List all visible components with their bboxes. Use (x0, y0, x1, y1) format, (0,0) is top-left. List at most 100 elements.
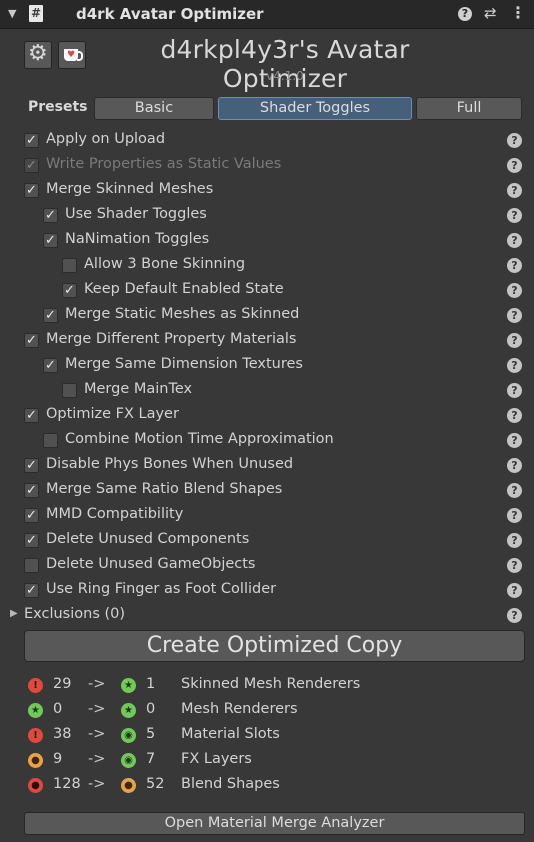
option-row[interactable]: ✓ NaNimation Toggles? (0, 230, 534, 252)
option-checkbox[interactable] (62, 258, 77, 273)
help-icon[interactable]: ? (507, 483, 522, 498)
stat-arrow: -> (88, 701, 106, 717)
option-row[interactable]: ✓ Merge Same Dimension Textures? (0, 355, 534, 377)
option-label[interactable]: Write Properties as Static Values (46, 156, 281, 172)
option-label[interactable]: Use Ring Finger as Foot Collider (46, 581, 276, 597)
help-icon[interactable]: ? (507, 508, 522, 523)
context-menu-icon[interactable]: ⋮ (510, 3, 526, 22)
option-row[interactable]: ✓ Merge Static Meshes as Skinned? (0, 305, 534, 327)
help-icon[interactable]: ? (507, 283, 522, 298)
option-checkbox[interactable]: ✓ (43, 308, 58, 323)
preset-basic-button[interactable]: Basic (94, 97, 214, 120)
open-material-merge-analyzer-button[interactable]: Open Material Merge Analyzer (24, 812, 525, 835)
stat-row: ! 38 -> ◉ 5 Material Slots (0, 725, 534, 747)
exclusions-label[interactable]: Exclusions (0) (24, 606, 125, 622)
option-label[interactable]: Allow 3 Bone Skinning (84, 256, 245, 272)
option-checkbox[interactable]: ✓ (24, 458, 39, 473)
exclusions-foldout[interactable]: ▶ Exclusions (0) ? (0, 605, 534, 627)
option-label[interactable]: Use Shader Toggles (65, 206, 207, 222)
kofi-button[interactable]: ♥ (58, 41, 86, 69)
option-row[interactable]: ✓ Use Shader Toggles? (0, 205, 534, 227)
create-optimized-copy-button[interactable]: Create Optimized Copy (24, 630, 525, 662)
option-label[interactable]: Keep Default Enabled State (84, 281, 284, 297)
option-row[interactable]: ✓ Keep Default Enabled State? (0, 280, 534, 302)
option-row[interactable]: Delete Unused GameObjects? (0, 555, 534, 577)
option-checkbox[interactable]: ✓ (43, 233, 58, 248)
option-checkbox[interactable] (62, 383, 77, 398)
option-row[interactable]: ✓ Use Ring Finger as Foot Collider? (0, 580, 534, 602)
help-icon[interactable]: ? (507, 433, 522, 448)
option-label[interactable]: Delete Unused GameObjects (46, 556, 255, 572)
option-label[interactable]: Delete Unused Components (46, 531, 249, 547)
option-row[interactable]: Merge MainTex? (0, 380, 534, 402)
orange-dot-icon: ● (121, 778, 136, 793)
window-titlebar: ▼ # d4rk Avatar Optimizer ? ⇄ ⋮ (0, 0, 534, 29)
option-label[interactable]: Disable Phys Bones When Unused (46, 456, 293, 472)
help-icon[interactable]: ? (458, 7, 472, 21)
option-checkbox[interactable]: ✓ (24, 483, 39, 498)
help-icon[interactable]: ? (507, 408, 522, 423)
option-row[interactable]: ✓ Optimize FX Layer? (0, 405, 534, 427)
help-icon[interactable]: ? (507, 233, 522, 248)
option-row[interactable]: ✓ Apply on Upload? (0, 130, 534, 152)
option-label[interactable]: Apply on Upload (46, 131, 165, 147)
option-row[interactable]: ✓ Delete Unused Components? (0, 530, 534, 552)
foldout-caret-icon[interactable]: ▶ (10, 608, 18, 619)
option-row[interactable]: ✓ MMD Compatibility? (0, 505, 534, 527)
red-exclamation-icon: ! (28, 728, 43, 743)
option-checkbox[interactable]: ✓ (24, 583, 39, 598)
help-icon[interactable]: ? (507, 158, 522, 173)
help-icon[interactable]: ? (507, 333, 522, 348)
option-label[interactable]: MMD Compatibility (46, 506, 183, 522)
option-checkbox[interactable]: ✓ (24, 533, 39, 548)
help-icon[interactable]: ? (507, 208, 522, 223)
help-icon[interactable]: ? (507, 258, 522, 273)
help-icon[interactable]: ? (507, 458, 522, 473)
settings-button[interactable]: ⚙ (24, 41, 52, 69)
option-checkbox[interactable]: ✓ (62, 283, 77, 298)
option-row[interactable]: ✓ Disable Phys Bones When Unused? (0, 455, 534, 477)
option-row[interactable]: ✓ Merge Same Ratio Blend Shapes? (0, 480, 534, 502)
option-row[interactable]: Allow 3 Bone Skinning? (0, 255, 534, 277)
help-icon[interactable]: ? (507, 558, 522, 573)
help-icon[interactable]: ? (507, 183, 522, 198)
help-icon[interactable]: ? (507, 133, 522, 148)
preset-full-button[interactable]: Full (416, 97, 522, 120)
help-icon[interactable]: ? (507, 308, 522, 323)
help-icon[interactable]: ? (507, 383, 522, 398)
option-label[interactable]: Combine Motion Time Approximation (65, 431, 334, 447)
preset-sliders-icon[interactable]: ⇄ (484, 4, 497, 22)
option-row[interactable]: ✓ Merge Skinned Meshes? (0, 180, 534, 202)
option-checkbox[interactable]: ✓ (24, 333, 39, 348)
stat-name: FX Layers (181, 751, 252, 767)
option-label[interactable]: Optimize FX Layer (46, 406, 179, 422)
option-checkbox[interactable]: ✓ (24, 133, 39, 148)
help-icon[interactable]: ? (507, 608, 522, 623)
option-label[interactable]: NaNimation Toggles (65, 231, 209, 247)
option-row[interactable]: Combine Motion Time Approximation? (0, 430, 534, 452)
option-checkbox[interactable]: ✓ (43, 358, 58, 373)
presets-label: Presets (28, 99, 88, 115)
option-checkbox[interactable]: ✓ (24, 183, 39, 198)
option-checkbox[interactable]: ✓ (24, 408, 39, 423)
option-label[interactable]: Merge Different Property Materials (46, 331, 296, 347)
option-label[interactable]: Merge MainTex (84, 381, 192, 397)
option-checkbox[interactable] (24, 558, 39, 573)
option-row[interactable]: ✓ Merge Different Property Materials? (0, 330, 534, 352)
option-row[interactable]: ✓ Write Properties as Static Values? (0, 155, 534, 177)
option-label[interactable]: Merge Same Dimension Textures (65, 356, 303, 372)
option-label[interactable]: Merge Skinned Meshes (46, 181, 213, 197)
option-checkbox[interactable]: ✓ (24, 508, 39, 523)
option-checkbox[interactable] (43, 433, 58, 448)
help-icon[interactable]: ? (507, 533, 522, 548)
help-icon[interactable]: ? (507, 583, 522, 598)
collapse-caret-icon[interactable]: ▼ (8, 7, 16, 20)
help-icon[interactable]: ? (507, 358, 522, 373)
option-label[interactable]: Merge Same Ratio Blend Shapes (46, 481, 282, 497)
option-label[interactable]: Merge Static Meshes as Skinned (65, 306, 299, 322)
orange-dot-icon: ● (28, 753, 43, 768)
preset-shader-toggles-button[interactable]: Shader Toggles (218, 97, 412, 120)
option-checkbox[interactable]: ✓ (43, 208, 58, 223)
option-checkbox: ✓ (24, 158, 39, 173)
stat-name: Material Slots (181, 726, 280, 742)
